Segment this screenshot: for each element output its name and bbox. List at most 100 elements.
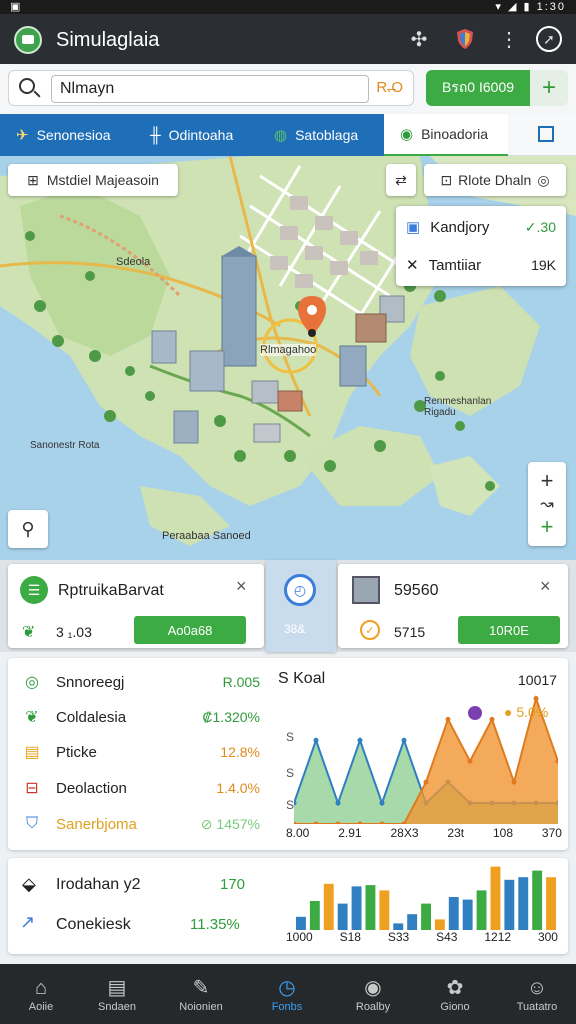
shield-icon: ⛉ [25, 815, 38, 832]
card-action-button[interactable]: Ao0a68 [134, 616, 246, 644]
list-icon: ▤ [107, 977, 127, 999]
search-tag: R.̶O [376, 79, 403, 96]
stat-row[interactable]: ▤ Pticke 12.8% [20, 738, 260, 766]
map-view[interactable]: ⊞ Mstdiel Majeasoin ⇄ ⊡ Rlote Dhaln ◎ ▣ … [0, 156, 576, 560]
tab-label: Satoblaga [295, 127, 359, 143]
stat-value: ⊘ 1457% [200, 815, 260, 832]
map-layer-button[interactable]: ⊞ Mstdiel Majeasoin [8, 164, 178, 196]
notification-icon: ▣ [10, 1, 21, 13]
bar [407, 914, 418, 930]
info-row-kandjory[interactable]: ▣ Kandjory ✓.30 [406, 212, 556, 242]
nav-item-roalby[interactable]: ◉ Roalby [332, 964, 414, 1024]
home-icon: ⌂ [34, 977, 48, 999]
swap-icon[interactable]: ⇄ [386, 164, 416, 196]
stat-row[interactable]: ❦ Coldalesia ₡1.320% [20, 703, 260, 731]
bars-row-label: Conekiesk [56, 916, 131, 933]
route-card-left[interactable]: ☰ RptruikaBarvat × ❦ 3 ₁.03 Ao0a68 [8, 564, 264, 648]
bar [421, 903, 431, 930]
nav-item-aoiie[interactable]: ⌂ Aoiie [0, 964, 82, 1024]
nav-item-tuatatro[interactable]: ☺ Tuatatro [496, 964, 576, 1024]
shield-icon[interactable] [452, 26, 478, 52]
stat-label: Sanerbjoma [56, 815, 137, 833]
route-card-right[interactable]: 59560 × ✓ 5715 10R0E [338, 564, 568, 648]
check-circle-icon: ◉ [400, 126, 414, 143]
x-tick: 1212 [484, 930, 512, 944]
zoom-in-button[interactable]: + [541, 468, 554, 494]
map-layer-label: Mstdiel Majeasoin [46, 172, 159, 188]
info-label: Tamtiiar [428, 256, 482, 274]
tag-icon: ⬙ [22, 874, 36, 894]
card-title: 59560 [394, 582, 439, 599]
chat-icon: ☺ [526, 977, 548, 999]
bar-chart[interactable] [294, 864, 558, 930]
tab-satoblaga[interactable]: ◍ Satoblaga [260, 114, 384, 156]
chart-annotation: ● 5.0% [504, 704, 548, 720]
route-icon: ⊡ [440, 171, 453, 188]
bar [448, 897, 459, 930]
stat-label: Snnoreegj [56, 673, 125, 691]
fullscreen-icon[interactable] [538, 126, 554, 142]
stat-row[interactable]: ⊟ Deolaction 1.4.0% [20, 774, 260, 802]
x-tick: S43 [436, 930, 458, 944]
trend-icon: ↗ [20, 912, 36, 932]
x-tick: 1000 [286, 930, 313, 944]
map-label-center: Rlmagahoo [260, 344, 317, 356]
walk-icon[interactable]: ⚲ [8, 510, 48, 548]
stat-row[interactable]: ◎ Snnoreegj R.005 [20, 668, 260, 696]
direction-icon[interactable]: ↝ [540, 494, 553, 514]
image-icon: ▣ [406, 219, 421, 236]
close-icon[interactable]: × [236, 576, 247, 597]
chart-top-value: 10017 [518, 672, 557, 688]
card-title: RptruikaBarvat [58, 582, 164, 599]
nav-item-noionien[interactable]: ✎ Noionien [160, 964, 242, 1024]
close-icon[interactable]: × [540, 576, 551, 597]
bars-x-axis: 1000 S18 S33 S43 1212 300 [286, 930, 558, 944]
bottom-nav: ⌂ Aoiie ▤ Sndaen ✎ Noionien ◷ Fonbs ◉ Ro… [0, 964, 576, 1024]
search-row: R.̶O Bรถ0 I6009 + [0, 64, 576, 114]
nav-item-fonbs[interactable]: ◷ Fonbs [246, 964, 328, 1024]
stat-value: 12.8% [220, 744, 260, 760]
nav-item-giono[interactable]: ✿ Giono [414, 964, 496, 1024]
search-icon[interactable] [19, 78, 35, 94]
nav-label: Fonbs [271, 1001, 303, 1013]
status-indicators: ▾ ◢ ▮ 1:30 [495, 1, 566, 13]
more-vert-icon[interactable]: ⋮ [496, 26, 522, 52]
info-value: ✓.30 [524, 218, 556, 235]
route-button[interactable]: ⊡ Rlote Dhaln ◎ [424, 164, 566, 196]
add-icon[interactable]: + [530, 70, 568, 106]
bar [351, 886, 362, 930]
stat-label: Deolaction [56, 779, 127, 797]
x-tick: S33 [387, 930, 410, 944]
stat-row[interactable]: ⛉ Sanerbjoma ⊘ 1457% [20, 810, 260, 838]
nav-item-sndaen[interactable]: ▤ Sndaen [76, 964, 158, 1024]
chart-point [511, 779, 517, 785]
tools-icon[interactable]: ✣ [406, 26, 432, 52]
card-action-button[interactable]: 10R0E [458, 616, 560, 644]
info-row-tamtiiar[interactable]: ✕ Tamtiiar 19K [406, 250, 556, 280]
status-bar: ▣ ▾ ◢ ▮ 1:30 [0, 0, 576, 14]
x-tick: 108 [493, 826, 514, 840]
zoom-out-button[interactable]: + [541, 514, 554, 540]
bar [379, 890, 390, 930]
y-tick: S [286, 730, 295, 744]
search-go-button[interactable]: Bรถ0 I6009 [426, 70, 530, 106]
stat-label: Pticke [56, 743, 97, 761]
stat-label: Coldalesia [56, 708, 127, 726]
bar [393, 923, 404, 930]
route-card-middle[interactable]: ◴ 38& [266, 560, 336, 652]
bar [337, 903, 348, 930]
x-tick: 8.00 [286, 826, 310, 840]
search-input[interactable] [51, 75, 369, 103]
app-logo-icon[interactable] [14, 26, 42, 54]
annotation-value: 5.0% [516, 704, 549, 720]
map-info-card: ▣ Kandjory ✓.30 ✕ Tamtiiar 19K [396, 206, 566, 286]
compass-icon[interactable]: ➚ [536, 26, 562, 52]
bar [462, 899, 473, 930]
target-icon: ◎ [537, 171, 550, 188]
tab-senonesioa[interactable]: ✈ Senonesioa [0, 114, 136, 156]
tab-odintoaha[interactable]: ╫ Odintoaha [136, 114, 260, 156]
shield-icon: ✓ [360, 620, 380, 640]
tab-binoadoria[interactable]: ◉ Binoadoria [384, 114, 508, 156]
chart-point [445, 716, 451, 722]
chart-point [335, 800, 341, 806]
